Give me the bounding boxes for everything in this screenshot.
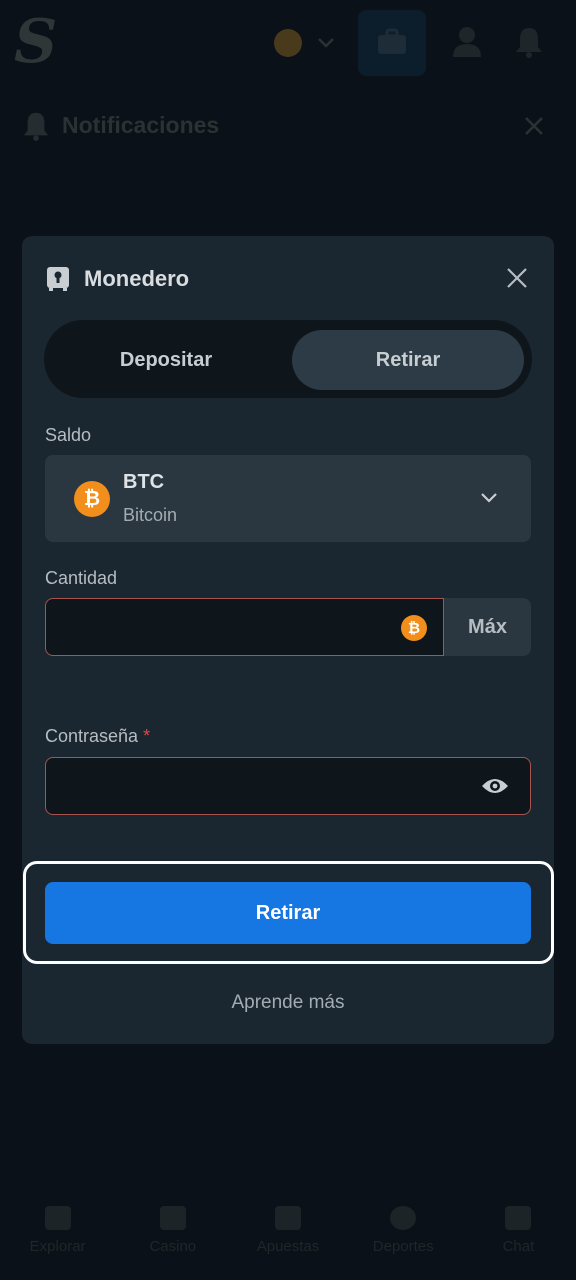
wallet-modal: Monedero Depositar Retirar Saldo ₿ BTC B…: [22, 236, 554, 1044]
amount-field: ₿: [45, 598, 444, 656]
nav-label: Deportes: [372, 1238, 434, 1255]
currency-code: BTC: [123, 471, 165, 493]
amount-label: Cantidad: [45, 568, 118, 588]
close-icon: [525, 117, 543, 135]
nav-label: Explorar: [29, 1238, 86, 1255]
currency-select[interactable]: ₿ BTC Bitcoin: [45, 455, 531, 542]
bitcoin-icon: ₿: [74, 481, 110, 517]
required-mark: *: [143, 726, 151, 746]
coin-icon: [274, 29, 302, 57]
nav-label: Chat: [502, 1238, 535, 1255]
password-label-text: Contraseña: [45, 726, 139, 746]
password-field: [45, 757, 531, 815]
logo: S: [14, 7, 58, 77]
tab-depositar[interactable]: Depositar: [50, 330, 282, 390]
withdraw-button[interactable]: Retirar: [45, 882, 531, 944]
cards-icon: [159, 1206, 186, 1230]
nav-item-deportes: Deportes: [346, 1196, 461, 1280]
wallet-tabs: Depositar Retirar: [44, 320, 532, 398]
learn-more-link[interactable]: Aprende más: [22, 992, 554, 1014]
nav-label: Apuestas: [256, 1238, 320, 1255]
top-bar: S: [0, 0, 576, 86]
close-icon[interactable]: [506, 267, 528, 289]
chevron-down-icon: [318, 38, 334, 48]
balance-label: Saldo: [45, 425, 92, 445]
password-label: Contraseña *: [45, 726, 150, 747]
tab-retirar[interactable]: Retirar: [292, 330, 524, 390]
nav-item-chat: Chat: [461, 1196, 576, 1280]
currency-name: Bitcoin: [123, 505, 178, 525]
chevron-down-icon: [481, 493, 497, 503]
ball-icon: [390, 1206, 417, 1230]
nav-item-explorar: Explorar: [0, 1196, 115, 1280]
max-button[interactable]: Máx: [444, 598, 531, 656]
nav-item-apuestas: Apuestas: [230, 1196, 345, 1280]
nav-item-casino: Casino: [115, 1196, 230, 1280]
wallet-button: [358, 10, 426, 76]
amount-input[interactable]: [46, 599, 386, 655]
bottom-nav: Explorar Casino Apuestas Deportes Chat: [0, 1196, 576, 1280]
notifications-title: Notificaciones: [62, 112, 220, 138]
eye-icon[interactable]: [481, 774, 509, 798]
modal-title: Monedero: [84, 266, 190, 291]
bitcoin-icon: ₿: [401, 615, 427, 641]
briefcase-icon: [378, 28, 406, 54]
notifications-bell-icon: [23, 112, 49, 141]
notifications-header: Notificaciones: [22, 106, 552, 146]
password-input[interactable]: [46, 758, 466, 814]
ticket-icon: [275, 1206, 301, 1230]
search-list-icon: [44, 1206, 71, 1230]
nav-label: Casino: [149, 1238, 197, 1255]
chat-icon: [505, 1206, 532, 1230]
user-icon: [453, 27, 481, 57]
wallet-safe-icon: [47, 267, 69, 291]
bell-icon: [516, 28, 542, 58]
